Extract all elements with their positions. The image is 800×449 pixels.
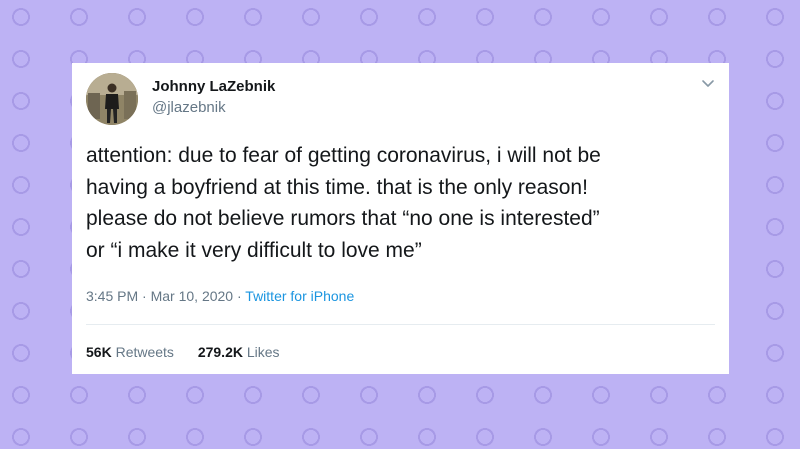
likes-label: Likes bbox=[246, 344, 280, 360]
tweet-text-line: or “i make it very difficult to love me” bbox=[86, 238, 422, 262]
chevron-down-icon[interactable] bbox=[701, 76, 715, 90]
author-handle[interactable]: @jlazebnik bbox=[152, 99, 226, 116]
tweet-card: Johnny LaZebnik @jlazebnik attention: du… bbox=[72, 63, 729, 374]
divider bbox=[86, 324, 715, 325]
tweet-meta: 3:45 PM · Mar 10, 2020 · Twitter for iPh… bbox=[86, 288, 354, 304]
retweets-label: Retweets bbox=[115, 344, 174, 360]
tweet-date[interactable]: Mar 10, 2020 bbox=[151, 288, 234, 304]
tweet-time[interactable]: 3:45 PM bbox=[86, 288, 138, 304]
retweets-count: 56K bbox=[86, 344, 112, 360]
likes-count: 279.2K bbox=[197, 344, 243, 360]
tweet-text: attention: due to fear of getting corona… bbox=[86, 140, 716, 266]
meta-separator: · bbox=[142, 288, 147, 304]
tweet-text-line: please do not believe rumors that “no on… bbox=[86, 207, 600, 230]
avatar[interactable] bbox=[86, 73, 138, 125]
tweet-source-link[interactable]: Twitter for iPhone bbox=[245, 288, 354, 304]
likes-stat[interactable]: 279.2K Likes bbox=[198, 344, 280, 360]
profile-photo-icon bbox=[86, 73, 138, 125]
author-name[interactable]: Johnny LaZebnik bbox=[152, 78, 275, 95]
tweet-text-line: attention: due to fear of getting corona… bbox=[86, 144, 601, 167]
meta-separator: · bbox=[236, 288, 242, 304]
retweets-stat[interactable]: 56K Retweets bbox=[86, 344, 174, 360]
tweet-stats: 56K Retweets 279.2K Likes bbox=[86, 344, 280, 360]
tweet-text-line: having a boyfriend at this time. that is… bbox=[86, 175, 588, 199]
